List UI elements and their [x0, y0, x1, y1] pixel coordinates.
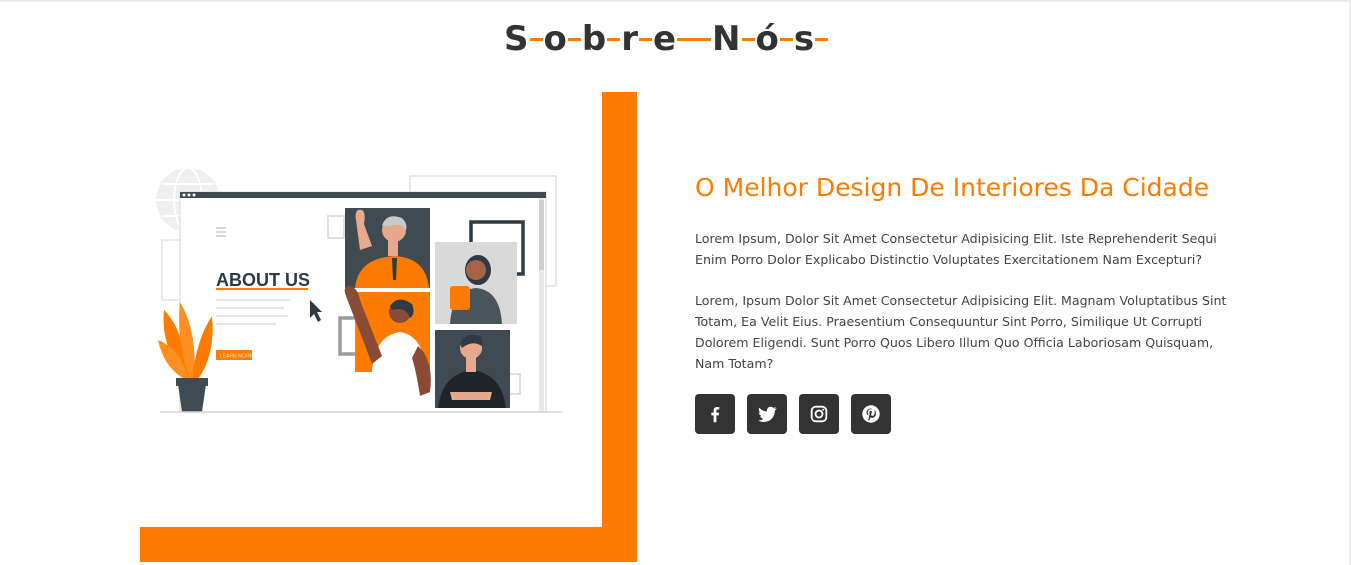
orange-frame-right — [602, 92, 637, 562]
title-letter: o — [543, 18, 567, 59]
about-us-illustration: ABOUT US LEARN MORE — [156, 167, 562, 413]
title-letter: ó — [755, 18, 779, 59]
title-dash — [607, 38, 621, 42]
pinterest-button[interactable] — [851, 394, 891, 434]
title-dash — [815, 38, 829, 42]
facebook-button[interactable] — [695, 394, 735, 434]
twitter-icon — [758, 406, 777, 422]
instagram-icon — [810, 405, 828, 423]
title-letter: e — [652, 18, 677, 59]
twitter-button[interactable] — [747, 394, 787, 434]
title-dash — [677, 38, 712, 42]
svg-text:LEARN MORE: LEARN MORE — [220, 354, 254, 360]
orange-frame-bottom — [140, 527, 637, 562]
title-letter: S — [504, 18, 529, 59]
about-paragraph-1: Lorem Ipsum, Dolor Sit Amet Consectetur … — [695, 231, 1217, 267]
title-letter: N — [712, 18, 741, 59]
section-title: SobreNós — [504, 17, 829, 61]
title-dash — [779, 38, 793, 42]
about-content: O Melhor Design De Interiores Da Cidade … — [695, 170, 1235, 434]
title-dash — [529, 38, 543, 42]
instagram-button[interactable] — [799, 394, 839, 434]
title-letter: s — [793, 18, 815, 59]
title-dash — [741, 38, 755, 42]
about-paragraph-2: Lorem, Ipsum Dolor Sit Amet Consectetur … — [695, 293, 1227, 371]
about-headline: O Melhor Design De Interiores Da Cidade — [695, 173, 1210, 202]
title-letter: r — [621, 18, 638, 59]
svg-text:ABOUT US: ABOUT US — [216, 270, 310, 290]
title-letter: b — [581, 18, 607, 59]
pinterest-icon — [862, 405, 880, 423]
title-dash — [638, 38, 652, 42]
social-links — [695, 394, 1235, 434]
title-dash — [567, 38, 581, 42]
facebook-icon — [711, 406, 720, 423]
top-shadow — [0, 0, 1351, 3]
